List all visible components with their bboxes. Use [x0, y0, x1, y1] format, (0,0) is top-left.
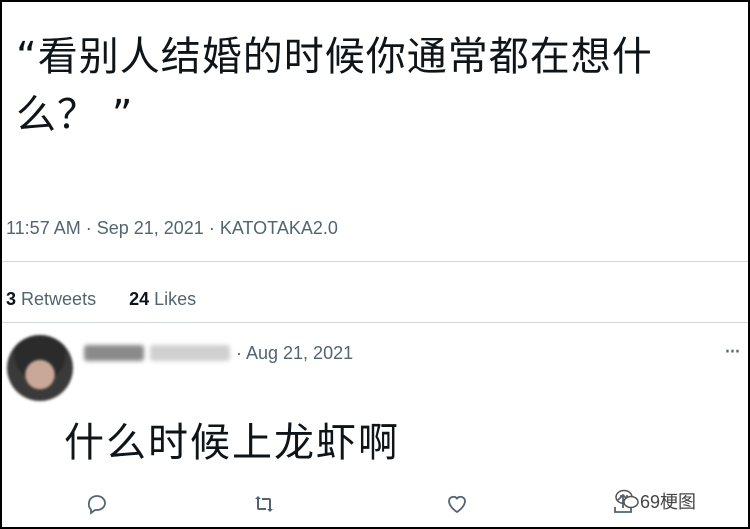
tweet-stats: 3 Retweets 24 Likes	[6, 289, 224, 310]
separator: ·	[85, 218, 92, 238]
likes-stat[interactable]: 24 Likes	[129, 289, 196, 310]
tweet-time[interactable]: 11:57 AM	[6, 218, 81, 238]
retweets-stat[interactable]: 3 Retweets	[6, 289, 96, 310]
tweet-date[interactable]: Sep 21, 2021	[97, 218, 204, 238]
likes-count: 24	[129, 289, 150, 309]
retweets-label: Retweets	[21, 289, 97, 309]
reply-text: 什么时候上龙虾啊	[64, 420, 400, 466]
reply-icon[interactable]	[85, 492, 109, 516]
like-icon[interactable]	[445, 492, 469, 516]
wechat-watermark-icon	[615, 489, 639, 509]
tweet-source[interactable]: KATOTAKA2.0	[220, 218, 338, 238]
reply-handle-blurred[interactable]	[150, 345, 230, 361]
retweet-icon[interactable]	[252, 492, 276, 516]
avatar[interactable]	[7, 335, 73, 401]
divider	[2, 261, 748, 262]
tweet-text: “看别人结婚的时候你通常都在想什么？ ”	[16, 34, 653, 138]
reply-date[interactable]: · Aug 21, 2021	[236, 343, 353, 364]
reply-display-name-blurred[interactable]	[84, 345, 144, 361]
more-options-icon[interactable]: ···	[724, 340, 741, 365]
likes-label: Likes	[154, 289, 197, 309]
watermark-text: 69梗图	[640, 492, 697, 512]
tweet-card: “看别人结婚的时候你通常都在想什么？ ” 11:57 AM · Sep 21, 20…	[0, 0, 750, 529]
separator: ·	[208, 218, 215, 238]
tweet-meta: 11:57 AM · Sep 21, 2021 · KATOTAKA2.0	[6, 218, 338, 239]
divider	[2, 322, 748, 323]
retweets-count: 3	[6, 289, 17, 309]
